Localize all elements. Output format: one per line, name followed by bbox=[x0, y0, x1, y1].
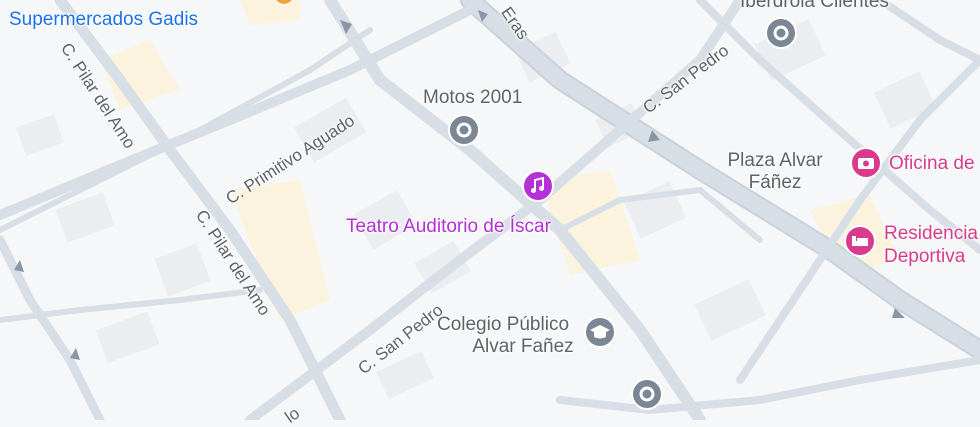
place-pin-icon[interactable] bbox=[630, 377, 664, 411]
road-bottom bbox=[556, 356, 980, 415]
arrow-icon bbox=[70, 348, 80, 360]
place-label-plaza-line2: Fáñez bbox=[748, 172, 802, 193]
place-label-colegio[interactable]: Colegio Público Alvar Fañez bbox=[423, 315, 583, 356]
place-label-plaza[interactable]: Plaza Alvar Fáñez bbox=[720, 151, 830, 192]
road-right-2 bbox=[876, 0, 980, 64]
place-label-plaza-line1: Plaza Alvar bbox=[727, 150, 823, 171]
camera-icon[interactable] bbox=[849, 146, 883, 180]
place-label-residencia-line2: Deportiva bbox=[884, 246, 966, 267]
bed-icon[interactable] bbox=[843, 224, 877, 258]
school-cap-icon[interactable] bbox=[583, 315, 617, 349]
place-pin-icon[interactable] bbox=[447, 113, 481, 147]
place-label-residencia[interactable]: Residencia Deportiva bbox=[884, 224, 978, 266]
music-note-icon[interactable] bbox=[521, 169, 555, 203]
road-left bbox=[0, 235, 105, 420]
place-label-oficina[interactable]: Oficina de bbox=[889, 154, 975, 173]
place-pin-icon bbox=[272, 0, 296, 6]
place-label-iberdrola[interactable]: Iberdrola Clientes bbox=[740, 0, 889, 11]
place-pin-icon[interactable] bbox=[764, 16, 798, 50]
place-label-teatro[interactable]: Teatro Auditorio de Íscar bbox=[346, 217, 551, 236]
map-canvas[interactable] bbox=[0, 0, 980, 420]
road-bottom-left bbox=[0, 287, 263, 323]
place-label-motos[interactable]: Motos 2001 bbox=[423, 88, 522, 107]
place-label-colegio-line2: Alvar Fañez bbox=[472, 336, 574, 357]
place-label-supermercados[interactable]: Supermercados Gadis bbox=[9, 10, 198, 29]
place-label-colegio-line1: Colegio Público bbox=[436, 314, 570, 335]
place-label-residencia-line1: Residencia bbox=[884, 223, 978, 244]
